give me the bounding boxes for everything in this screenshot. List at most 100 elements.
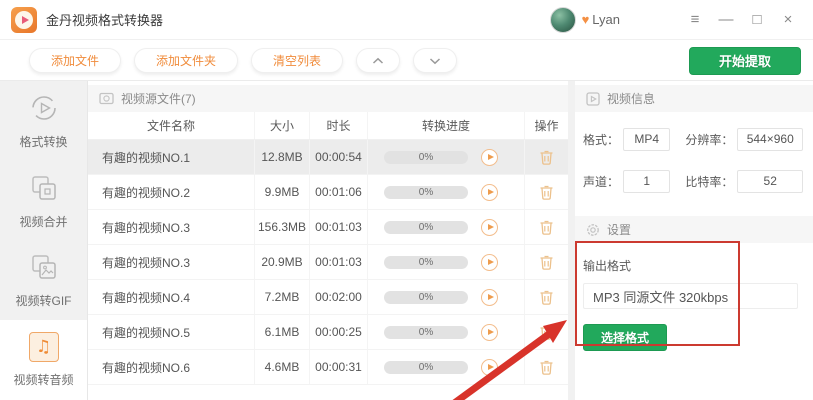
progress-bar: 0% [384, 220, 468, 234]
play-button[interactable] [481, 183, 498, 201]
format-convert-icon [31, 96, 56, 120]
table-row[interactable]: 有趣的视频NO.3 156.3MB 00:01:03 0% [88, 210, 568, 245]
choose-format-button[interactable]: 选择格式 [583, 324, 667, 351]
file-size: 156.3MB [255, 210, 310, 244]
sidebar-item-video-to-audio[interactable]: ♫ 视频转音频 [0, 320, 87, 400]
progress-label: 0% [418, 326, 434, 338]
video-info-icon [586, 91, 600, 106]
progress-cell: 0% [368, 210, 525, 244]
info-row-1: 格式： MP4 分辨率： 544×960 [583, 127, 803, 151]
title-bar: 金丹视频格式转换器 ♥ Lyan ≡ — □ × [0, 0, 813, 40]
format-value: MP4 [623, 127, 671, 151]
progress-cell: 0% [368, 315, 525, 349]
video-merge-icon [31, 175, 56, 200]
settings-header: 设置 [575, 216, 813, 243]
file-name: 有趣的视频NO.5 [88, 315, 255, 349]
close-icon[interactable]: × [777, 9, 799, 31]
video-info-title: 视频信息 [607, 92, 656, 106]
delete-button[interactable] [539, 219, 554, 235]
col-duration: 时长 [310, 112, 368, 139]
progress-bar: 0% [384, 255, 468, 269]
channels-label: 声道： [583, 174, 620, 189]
format-label: 格式： [583, 132, 620, 147]
delete-button[interactable] [539, 289, 554, 305]
trash-icon [540, 150, 553, 165]
resolution-label: 分辨率： [685, 132, 734, 147]
minimize-icon[interactable]: — [715, 9, 737, 31]
source-files-header: 视频源文件(7) [88, 85, 568, 112]
music-note-icon: ♫ [28, 332, 59, 363]
sidebar-item-label: 视频合并 [19, 214, 68, 229]
operation-cell [525, 350, 568, 384]
app-title: 金丹视频格式转换器 [46, 13, 164, 28]
table-row[interactable]: 有趣的视频NO.1 12.8MB 00:00:54 0% [88, 140, 568, 175]
play-button[interactable] [481, 253, 498, 271]
table-row[interactable]: 有趣的视频NO.5 6.1MB 00:00:25 0% [88, 315, 568, 350]
sidebar-item-format-convert[interactable]: 格式转换 [0, 81, 87, 161]
file-duration: 00:00:31 [310, 350, 368, 384]
settings-title: 设置 [607, 223, 632, 237]
user-avatar[interactable] [549, 6, 576, 33]
add-folder-button[interactable]: 添加文件夹 [134, 48, 239, 73]
operation-cell [525, 280, 568, 314]
source-files-title: 视频源文件(7) [121, 92, 196, 106]
menu-icon[interactable]: ≡ [684, 9, 706, 31]
col-file-name: 文件名称 [88, 112, 255, 139]
play-button[interactable] [481, 218, 498, 236]
video-info-header: 视频信息 [575, 85, 813, 112]
delete-button[interactable] [539, 254, 554, 270]
sidebar-item-video-to-gif[interactable]: 视频转GIF [0, 241, 87, 321]
progress-label: 0% [418, 151, 434, 163]
operation-cell [525, 210, 568, 244]
file-duration: 00:00:54 [310, 140, 368, 174]
table-row[interactable]: 有趣的视频NO.3 20.9MB 00:01:03 0% [88, 245, 568, 280]
progress-bar: 0% [384, 360, 468, 374]
output-format-input[interactable] [583, 283, 798, 309]
play-button[interactable] [481, 148, 498, 166]
table-row[interactable]: 有趣的视频NO.4 7.2MB 00:02:00 0% [88, 280, 568, 315]
table-body: 有趣的视频NO.1 12.8MB 00:00:54 0% 有趣的视频NO.2 9… [88, 140, 568, 385]
clear-list-button[interactable]: 清空列表 [251, 48, 344, 73]
file-size: 9.9MB [255, 175, 310, 209]
bitrate-label: 比特率： [685, 174, 734, 189]
delete-button[interactable] [539, 359, 554, 375]
table-row[interactable]: 有趣的视频NO.2 9.9MB 00:01:06 0% [88, 175, 568, 210]
sidebar-item-video-merge[interactable]: 视频合并 [0, 161, 87, 241]
play-icon [487, 329, 494, 335]
delete-button[interactable] [539, 184, 554, 200]
move-down-button[interactable] [413, 48, 458, 73]
sidebar-item-label: 格式转换 [19, 134, 68, 149]
delete-button[interactable] [539, 149, 554, 165]
heart-icon: ♥ [581, 12, 590, 27]
move-up-button[interactable] [356, 48, 401, 73]
trash-icon [540, 255, 553, 270]
file-name: 有趣的视频NO.1 [88, 140, 255, 174]
file-name: 有趣的视频NO.3 [88, 245, 255, 279]
file-size: 4.6MB [255, 350, 310, 384]
maximize-icon[interactable]: □ [746, 9, 768, 31]
trash-icon [540, 360, 553, 375]
progress-label: 0% [418, 221, 434, 233]
play-button[interactable] [481, 288, 498, 306]
file-list-panel: 视频源文件(7) 文件名称 大小 时长 转换进度 操作 有趣的视频NO.1 12… [88, 81, 568, 400]
progress-label: 0% [418, 291, 434, 303]
operation-cell [525, 245, 568, 279]
delete-button[interactable] [539, 324, 554, 340]
col-size: 大小 [255, 112, 310, 139]
app-logo-icon [11, 6, 37, 33]
progress-bar: 0% [384, 290, 468, 304]
trash-icon [540, 290, 553, 305]
table-row[interactable]: 有趣的视频NO.6 4.6MB 00:00:31 0% [88, 350, 568, 385]
play-icon [487, 294, 494, 300]
add-file-button[interactable]: 添加文件 [29, 48, 122, 73]
file-name: 有趣的视频NO.3 [88, 210, 255, 244]
progress-label: 0% [418, 256, 434, 268]
channels-value: 1 [623, 169, 671, 193]
play-button[interactable] [481, 323, 498, 341]
play-button[interactable] [481, 358, 498, 376]
video-to-gif-icon [31, 255, 56, 280]
output-format-label: 输出格式 [583, 259, 632, 273]
start-extract-button[interactable]: 开始提取 [689, 46, 801, 75]
play-icon [487, 364, 494, 370]
operation-cell [525, 315, 568, 349]
